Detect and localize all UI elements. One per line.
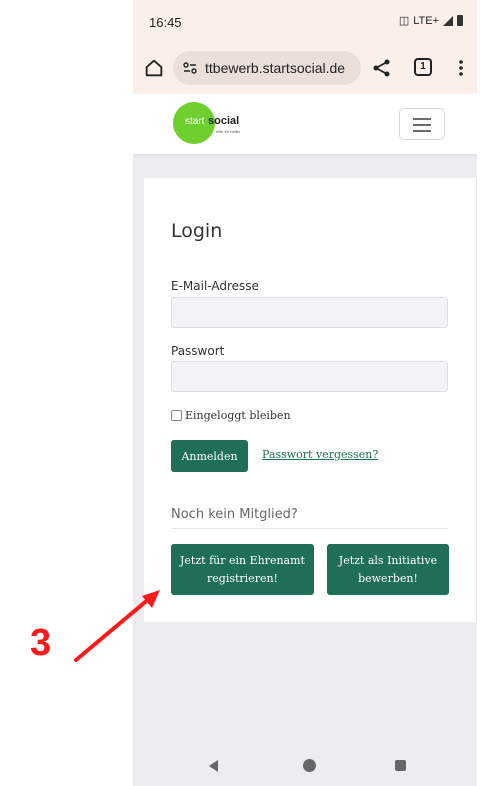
remember-me-checkbox[interactable] <box>171 410 182 421</box>
vibrate-icon: ◫ <box>398 15 410 27</box>
home-icon[interactable] <box>143 57 165 79</box>
remember-me-label[interactable]: Eingeloggt bleiben <box>185 409 291 422</box>
divider <box>171 528 448 529</box>
network-type: LTE+ <box>413 14 439 27</box>
back-triangle-icon[interactable] <box>209 760 218 772</box>
annotation-number: 3 <box>30 622 52 664</box>
login-button[interactable]: Anmelden <box>171 440 248 472</box>
tabs-icon[interactable]: 1 <box>414 58 432 76</box>
register-initiative-line2: bewerben! <box>358 571 418 585</box>
email-label: E-Mail-Adresse <box>171 279 259 293</box>
logo-start-text: start <box>185 116 205 127</box>
status-time: 16:45 <box>149 15 182 30</box>
forgot-password-link[interactable]: Passwort vergessen? <box>262 448 378 461</box>
login-title: Login <box>171 220 223 242</box>
logo-tagline: hilfe für helfer <box>216 129 241 134</box>
site-settings-icon[interactable] <box>182 60 198 76</box>
home-circle-icon[interactable] <box>303 759 316 772</box>
status-bar: 16:45 ◫ LTE+ <box>133 0 477 44</box>
url-text[interactable]: ttbewerb.startsocial.de <box>205 60 345 76</box>
share-icon[interactable] <box>372 58 392 78</box>
signal-icon <box>443 15 453 26</box>
hamburger-line <box>413 130 431 132</box>
register-initiative-button[interactable]: Jetzt als Initiative bewerben! <box>327 544 449 595</box>
startsocial-logo[interactable]: start social hilfe für helfer <box>173 102 293 144</box>
android-navigation-bar <box>133 744 477 786</box>
hamburger-line <box>413 118 431 120</box>
no-member-heading: Noch kein Mitglied? <box>171 507 298 522</box>
email-field[interactable] <box>171 297 448 328</box>
phone-screen: 16:45 ◫ LTE+ ttbewerb.startsocial.de 1 s… <box>133 0 477 786</box>
password-field[interactable] <box>171 361 448 392</box>
status-icons: ◫ LTE+ <box>399 14 463 27</box>
site-header: start social hilfe für helfer <box>133 94 477 154</box>
password-label: Passwort <box>171 344 225 358</box>
annotation-arrow-icon <box>74 590 160 662</box>
register-volunteer-button[interactable]: Jetzt für ein Ehrenamt registrieren! <box>171 544 314 595</box>
register-initiative-line1: Jetzt als Initiative <box>338 553 438 567</box>
register-volunteer-line1: Jetzt für ein Ehrenamt <box>180 553 305 567</box>
remember-me-row[interactable]: Eingeloggt bleiben <box>171 409 291 422</box>
hamburger-line <box>413 124 431 126</box>
battery-icon <box>457 15 463 26</box>
login-card: Login E-Mail-Adresse Passwort Eingeloggt… <box>144 178 476 622</box>
logo-social-text: social <box>208 115 240 127</box>
hamburger-menu-icon[interactable] <box>399 108 445 140</box>
register-volunteer-line2: registrieren! <box>207 571 278 585</box>
more-vertical-icon[interactable] <box>458 58 464 78</box>
browser-toolbar: ttbewerb.startsocial.de 1 <box>133 44 477 94</box>
address-bar[interactable]: ttbewerb.startsocial.de <box>173 51 361 85</box>
recents-square-icon[interactable] <box>395 760 406 771</box>
